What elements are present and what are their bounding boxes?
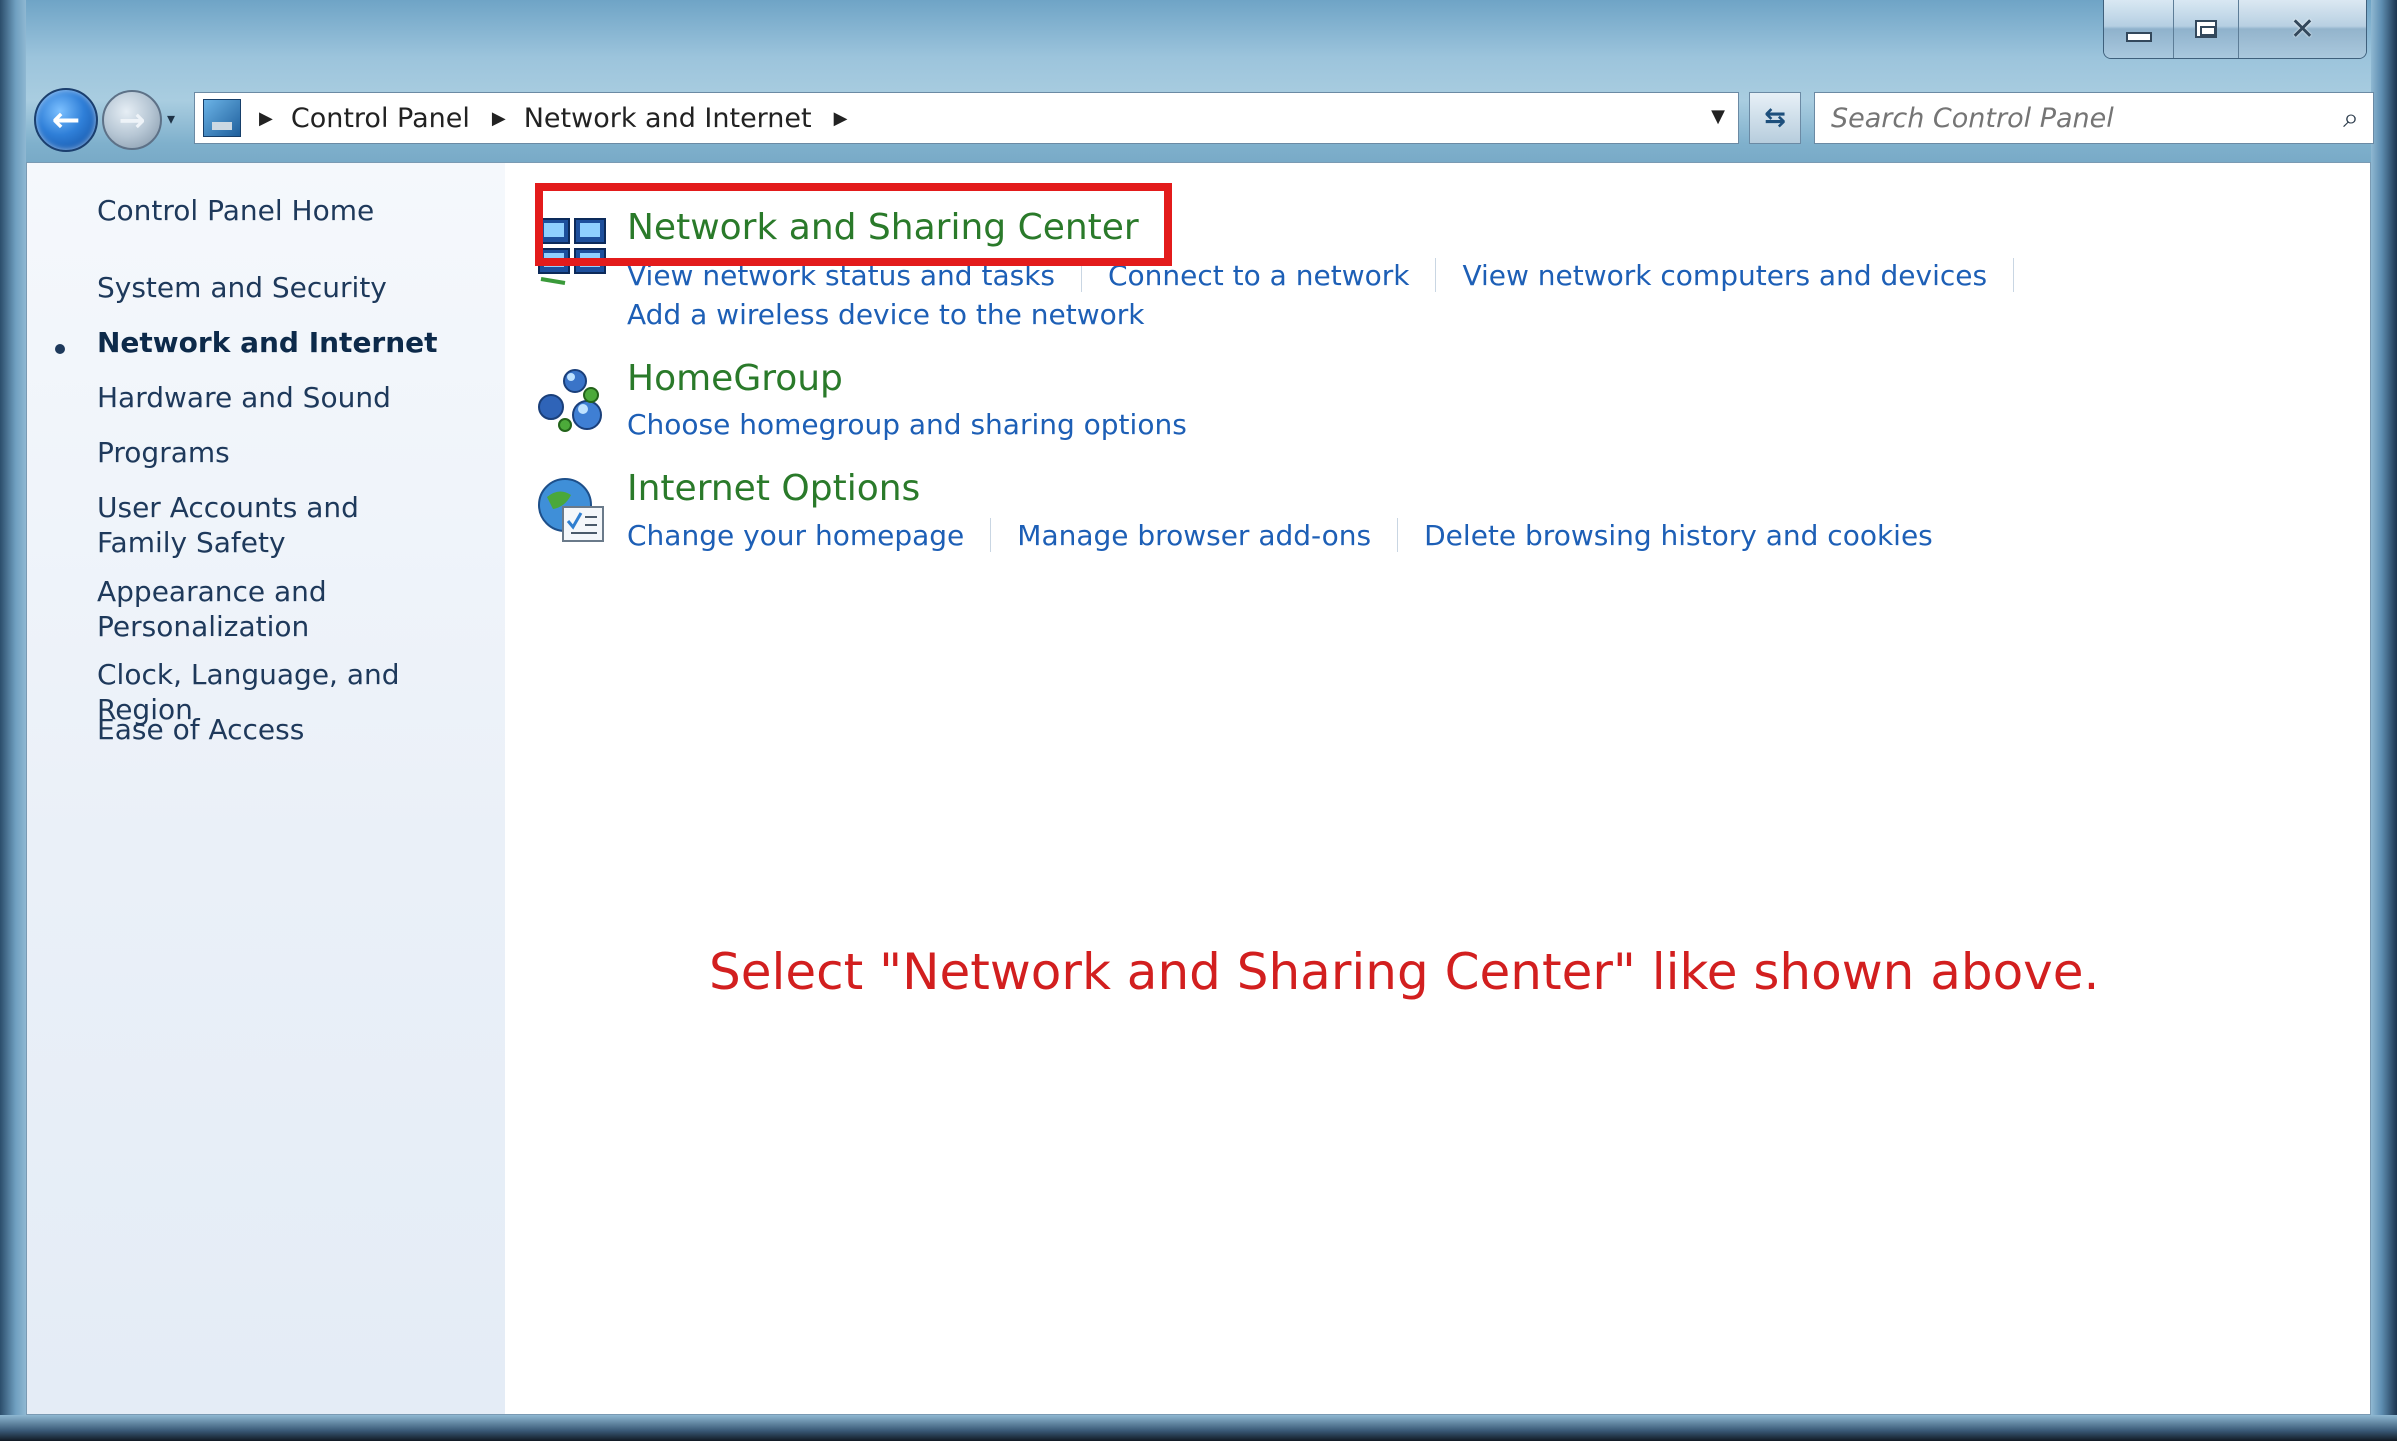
address-bar[interactable]: ▶ Control Panel ▶ Network and Internet ▶… [194,92,1739,144]
sidebar-item-hardware-and-sound[interactable]: Hardware and Sound [97,380,497,415]
link-separator [1435,258,1437,292]
forward-button[interactable]: → [102,90,162,150]
main-panel: Network and Sharing Center View network … [505,163,2370,1414]
breadcrumb-separator-icon[interactable]: ▶ [834,108,848,129]
category-title-homegroup[interactable]: HomeGroup [627,358,843,399]
forward-arrow-icon: → [118,101,146,139]
category-links-homegroup: Choose homegroup and sharing options [627,408,1187,441]
breadcrumb-separator-icon[interactable]: ▶ [492,108,506,129]
close-icon: ✕ [2289,11,2316,47]
category-title-internet-options[interactable]: Internet Options [627,468,920,509]
link-manage-browser-addons[interactable]: Manage browser add-ons [1017,519,1371,552]
minimize-button[interactable] [2104,0,2175,58]
back-arrow-icon: ← [51,100,81,140]
search-input[interactable] [1829,101,2329,135]
address-dropdown-icon[interactable]: ▼ [1706,105,1730,129]
window-frame-right [2371,0,2397,1441]
sidebar-item-ease-of-access[interactable]: Ease of Access [97,712,497,747]
link-delete-browsing-history[interactable]: Delete browsing history and cookies [1424,519,1933,552]
sidebar-item-appearance[interactable]: Appearance and Personalization [97,574,357,644]
sidebar: Control Panel Home System and Security N… [27,163,505,1414]
sidebar-item-network-and-internet[interactable]: Network and Internet [97,325,497,360]
close-button[interactable]: ✕ [2238,0,2366,58]
highlight-box [535,183,1172,266]
homegroup-icon [538,369,602,432]
breadcrumb-separator-icon[interactable]: ▶ [259,108,273,129]
window-frame-left [0,0,26,1441]
caption-buttons: ✕ [2103,0,2367,59]
sidebar-item-programs[interactable]: Programs [97,435,497,470]
maximize-icon [2195,20,2218,38]
refresh-icon: ⇆ [1764,103,1786,133]
content-area: Control Panel Home System and Security N… [26,162,2371,1415]
breadcrumb-network-and-internet[interactable]: Network and Internet [524,103,812,134]
link-separator [1397,518,1399,552]
link-separator [990,518,992,552]
link-view-network-computers[interactable]: View network computers and devices [1462,259,1987,292]
link-choose-homegroup-options[interactable]: Choose homegroup and sharing options [627,408,1187,441]
link-add-wireless-device[interactable]: Add a wireless device to the network [627,298,1145,331]
recent-pages-dropdown[interactable]: ▾ [162,110,180,128]
search-box[interactable]: ⌕ [1814,92,2374,144]
minimize-icon [2125,32,2152,42]
instruction-text: Select "Network and Sharing Center" like… [709,943,2100,1001]
maximize-button[interactable] [2174,0,2239,58]
sidebar-item-control-panel-home[interactable]: Control Panel Home [97,193,497,228]
sidebar-item-user-accounts[interactable]: User Accounts and Family Safety [97,490,437,560]
category-links-internet-options: Change your homepage Manage browser add-… [627,518,1933,552]
window: ✕ ← → ▾ ▶ Control Panel ▶ Network and In… [0,0,2397,1441]
back-button[interactable]: ← [34,88,98,152]
internet-options-icon [538,478,604,542]
refresh-button[interactable]: ⇆ [1749,92,1801,144]
link-separator [2013,258,2015,292]
search-icon[interactable]: ⌕ [2329,101,2373,135]
active-bullet-icon [55,344,65,354]
link-change-homepage[interactable]: Change your homepage [627,519,964,552]
control-panel-icon [203,99,241,137]
breadcrumb-control-panel[interactable]: Control Panel [291,103,470,134]
navigation-bar: ← → ▾ ▶ Control Panel ▶ Network and Inte… [24,82,2374,156]
window-frame-bottom [0,1415,2397,1441]
sidebar-item-system-and-security[interactable]: System and Security [97,270,497,305]
